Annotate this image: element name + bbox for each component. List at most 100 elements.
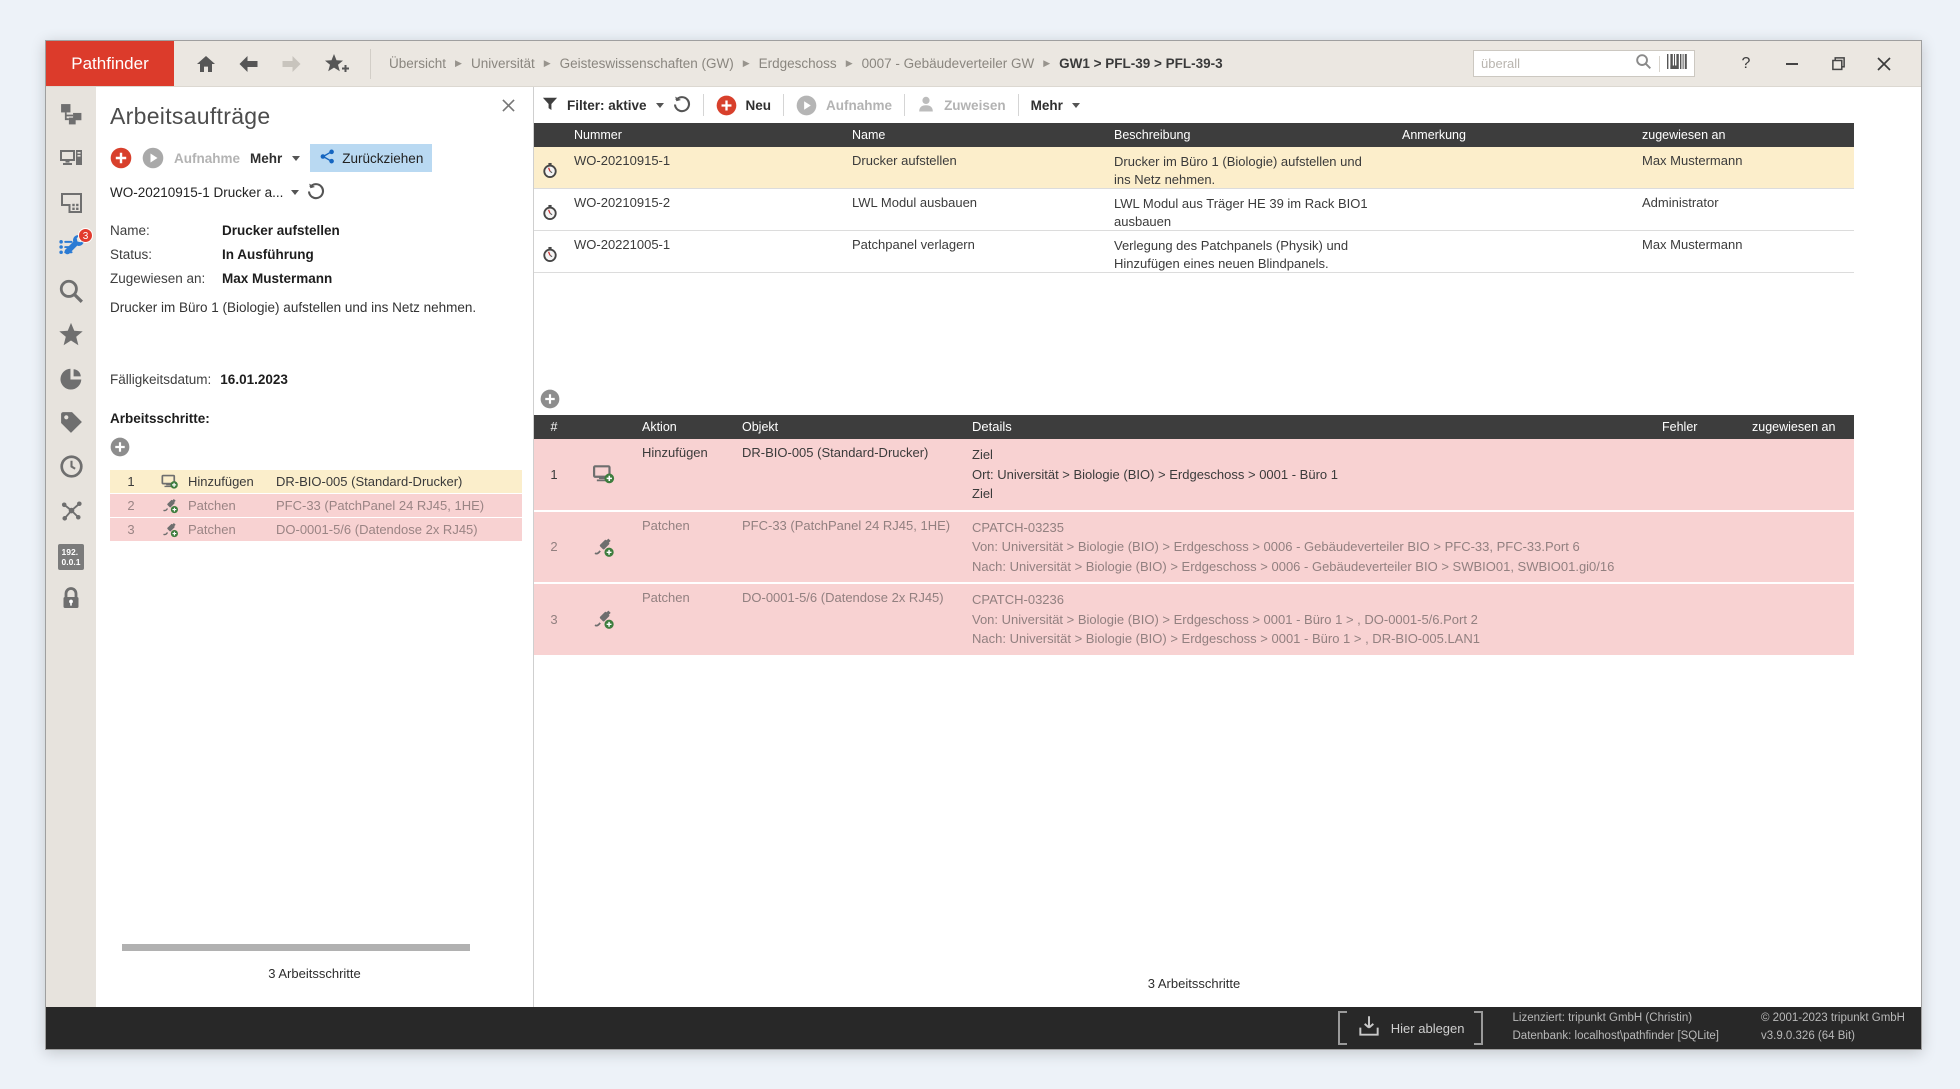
workorder-description: Drucker im Büro 1 (Biologie) aufstellen … — [110, 300, 500, 315]
workorder-selector[interactable]: WO-20210915-1 Drucker a... — [110, 182, 533, 203]
sidebar-item-history[interactable] — [46, 447, 96, 491]
global-search — [1473, 50, 1695, 77]
play-icon[interactable] — [142, 147, 164, 169]
add-favorite-icon[interactable] — [324, 53, 350, 74]
breadcrumb-item[interactable]: Universität — [471, 56, 535, 71]
close-panel-icon[interactable] — [502, 99, 515, 117]
person-icon — [917, 95, 935, 116]
monitor-add-icon — [574, 439, 634, 510]
workorders-badge: 3 — [78, 228, 93, 243]
sidebar-item-tags[interactable] — [46, 403, 96, 447]
new-workorder-button[interactable] — [716, 95, 737, 116]
topology-icon — [59, 498, 84, 528]
restore-button[interactable] — [1815, 46, 1861, 82]
hierarchy-icon — [59, 102, 84, 132]
sidebar-item-reports[interactable] — [46, 359, 96, 403]
patch-cable-icon — [574, 584, 634, 655]
titlebar-divider — [370, 49, 371, 79]
field-value: Drucker aufstellen — [222, 223, 340, 238]
sidebar-item-search[interactable] — [46, 271, 96, 315]
workorder-gauge-icon — [534, 231, 566, 272]
step-row[interactable]: 1 Hinzufügen DR-BIO-005 (Standard-Drucke… — [110, 470, 522, 494]
orders-table: Nummer Name Beschreibung Anmerkung zugew… — [534, 123, 1854, 273]
table-row[interactable]: WO-20210915-2 LWL Modul ausbauen LWL Mod… — [534, 189, 1854, 231]
breadcrumb-item[interactable]: Übersicht — [389, 56, 446, 71]
search-icon — [58, 278, 84, 309]
app-logo: Pathfinder — [46, 41, 174, 86]
workorder-gauge-icon — [534, 189, 566, 230]
bracket-right — [1474, 1011, 1483, 1045]
version-line: v3.9.0.326 (64 Bit) — [1761, 1028, 1905, 1046]
zurueckziehen-button[interactable]: Zurückziehen — [310, 144, 432, 172]
table-row[interactable]: 2 Patchen PFC-33 (PatchPanel 24 RJ45, 1H… — [534, 512, 1854, 585]
sidebar-item-devices[interactable] — [46, 139, 96, 183]
minimize-button[interactable] — [1769, 46, 1815, 82]
refresh-icon[interactable] — [673, 95, 691, 116]
sidebar-item-hierarchy[interactable] — [46, 95, 96, 139]
statusbar: Hier ablegen Lizenziert: tripunkt GmbH (… — [46, 1007, 1921, 1049]
neu-button[interactable]: Neu — [746, 98, 772, 113]
sidebar-item-floorplan[interactable] — [46, 183, 96, 227]
home-icon[interactable] — [196, 54, 216, 74]
drop-zone[interactable]: Hier ablegen — [1338, 1011, 1483, 1045]
field-label: Status: — [110, 247, 222, 262]
selector-value: WO-20210915-1 Drucker a... — [110, 185, 283, 200]
computer-icon — [59, 147, 84, 176]
sidebar-item-workorders[interactable]: 3 — [46, 227, 96, 271]
add-workorder-button[interactable] — [110, 147, 132, 169]
barcode-icon[interactable] — [1667, 54, 1687, 74]
horizontal-scrollbar[interactable] — [122, 944, 470, 951]
patch-cable-icon — [152, 497, 188, 514]
bracket-left — [1338, 1011, 1347, 1045]
steps-list: 1 Hinzufügen DR-BIO-005 (Standard-Drucke… — [110, 470, 522, 542]
search-input[interactable] — [1481, 56, 1628, 71]
breadcrumb-item[interactable]: Erdgeschoss — [759, 56, 837, 71]
sidebar-item-ip-addresses[interactable]: 192.0.0.1 — [46, 535, 96, 579]
sidebar-item-security[interactable] — [46, 579, 96, 623]
steps-table-header: # Aktion Objekt Details Fehler zugewiese… — [534, 415, 1854, 439]
step-row[interactable]: 2 Patchen PFC-33 (PatchPanel 24 RJ45, 1H… — [110, 494, 522, 518]
add-step-button[interactable] — [540, 396, 560, 413]
close-button[interactable] — [1861, 46, 1907, 82]
ip-address-icon: 192.0.0.1 — [58, 544, 85, 570]
aufnahme-button: Aufnahme — [826, 98, 892, 113]
back-icon[interactable] — [238, 55, 259, 73]
tag-icon — [59, 410, 84, 440]
search-icon[interactable] — [1635, 53, 1652, 75]
table-row[interactable]: 1 Hinzufügen DR-BIO-005 (Standard-Drucke… — [534, 439, 1854, 512]
share-icon — [319, 148, 336, 168]
list-toolbar: Filter: aktive Neu Aufnahme Zuweisen Meh… — [534, 87, 1921, 123]
table-row[interactable]: 3 Patchen DO-0001-5/6 (Datendose 2x RJ45… — [534, 584, 1854, 657]
forward-icon[interactable] — [281, 55, 302, 73]
mehr-button[interactable]: Mehr — [1031, 98, 1063, 113]
chevron-down-icon — [291, 190, 299, 195]
titlebar: Pathfinder Übersicht ▶ Universität ▶ Gei… — [46, 41, 1921, 87]
filter-button[interactable]: Filter: aktive — [567, 98, 647, 113]
license-line: Lizenziert: tripunkt GmbH (Christin) — [1513, 1010, 1720, 1028]
undo-icon[interactable] — [307, 182, 325, 203]
table-row[interactable]: WO-20221005-1 Patchpanel verlagern Verle… — [534, 231, 1854, 273]
mehr-button[interactable]: Mehr — [250, 151, 282, 166]
sidebar-item-topology[interactable] — [46, 491, 96, 535]
breadcrumb-separator-icon: ▶ — [544, 59, 551, 69]
field-label: Zugewiesen an: — [110, 271, 222, 286]
help-button[interactable]: ? — [1723, 46, 1769, 82]
sidebar-item-favorites[interactable] — [46, 315, 96, 359]
workorder-detail-panel: Arbeitsaufträge Aufnahme Mehr Zurückzieh… — [96, 87, 534, 1007]
orders-table-header: Nummer Name Beschreibung Anmerkung zugew… — [534, 123, 1854, 147]
copyright-line: © 2001-2023 tripunkt GmbH — [1761, 1010, 1905, 1028]
module-sidebar: 3 192.0.0.1 — [46, 87, 96, 1007]
step-row[interactable]: 3 Patchen DO-0001-5/6 (Datendose 2x RJ45… — [110, 518, 522, 542]
patch-cable-icon — [574, 512, 634, 583]
due-date-label: Fälligkeitsdatum: — [110, 372, 211, 387]
star-icon — [58, 322, 84, 352]
floorplan-icon — [59, 191, 84, 220]
add-step-button[interactable] — [110, 437, 533, 462]
steps-count: 3 Arbeitsschritte — [534, 976, 1854, 991]
breadcrumb-separator-icon: ▶ — [743, 59, 750, 69]
breadcrumb-item[interactable]: Geisteswissenschaften (GW) — [560, 56, 734, 71]
aufnahme-button: Aufnahme — [174, 151, 240, 166]
field-value: Max Mustermann — [222, 271, 332, 286]
table-row[interactable]: WO-20210915-1 Drucker aufstellen Drucker… — [534, 147, 1854, 189]
breadcrumb-item[interactable]: 0007 - Gebäudeverteiler GW — [862, 56, 1035, 71]
